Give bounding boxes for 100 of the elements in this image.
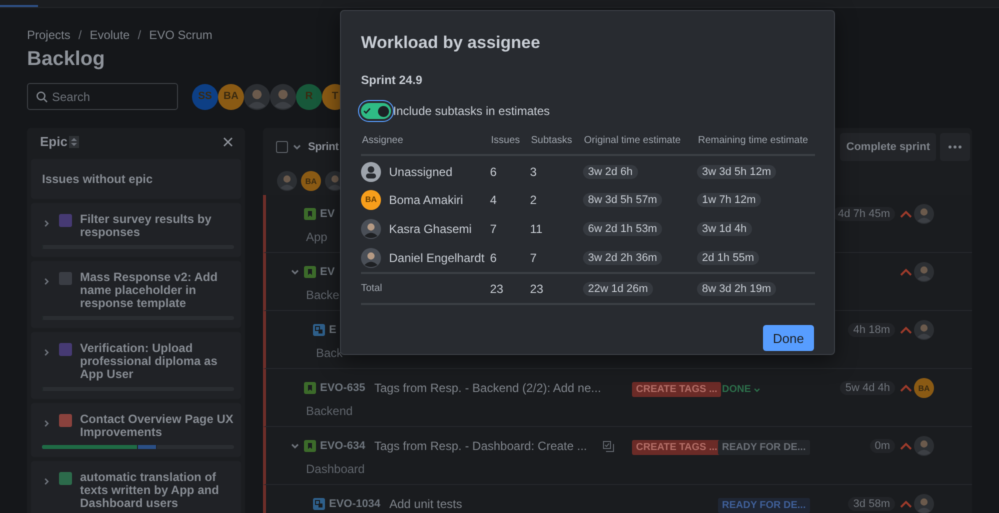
epic-card[interactable]: Contact Overview Page UX Improvements bbox=[31, 403, 241, 457]
time-estimate: 1w 7h 12m bbox=[697, 192, 761, 206]
time-estimate: 22w 1d 26m bbox=[583, 282, 653, 296]
issue-component: Backend bbox=[306, 404, 353, 418]
avatar: BA bbox=[914, 378, 934, 398]
assignee-name: Daniel Engelhardt bbox=[389, 250, 484, 264]
epic-tag: CREATE TAGS ... bbox=[632, 440, 722, 455]
issue-key[interactable]: EVO-635 bbox=[320, 382, 366, 394]
expand-icon[interactable] bbox=[42, 348, 51, 357]
story-icon bbox=[304, 440, 316, 452]
person-avatar bbox=[914, 262, 934, 282]
time-estimate: 3w 2d 6h bbox=[583, 165, 638, 179]
check-icon bbox=[363, 107, 371, 115]
assignee-name: Unassigned bbox=[389, 165, 452, 179]
toggle-label: Include subtasks in estimates bbox=[393, 104, 550, 118]
breadcrumb-link[interactable]: Evolute bbox=[90, 28, 130, 42]
dialog-title: Workload by assignee bbox=[361, 33, 542, 53]
sprint-name: Sprint bbox=[308, 140, 339, 152]
issue-key[interactable]: EV bbox=[320, 266, 335, 278]
subtask-icon bbox=[313, 498, 325, 510]
column-header: Assignee bbox=[361, 135, 490, 156]
epic-title: Filter survey results by responses bbox=[80, 213, 212, 239]
subtask-count: 2 bbox=[530, 192, 537, 206]
time-estimate: 0m bbox=[870, 439, 895, 453]
sprint-name: Sprint 24.9 bbox=[361, 73, 424, 87]
search-field[interactable]: Search bbox=[27, 83, 178, 110]
page-title: Backlog bbox=[27, 48, 106, 71]
story-icon bbox=[304, 266, 316, 278]
priority-icon bbox=[900, 210, 912, 218]
issue-row[interactable]: EVO-635 Tags from Resp. - Backend (2/2): Add ne... CREATE TAGS ... DONE 5w 4d 4h BA Backend bbox=[263, 369, 972, 427]
expand-icon[interactable] bbox=[42, 277, 51, 286]
status-dropdown[interactable]: READY FOR DE... bbox=[718, 498, 810, 513]
issue-count: 23 bbox=[490, 282, 504, 296]
checkbox[interactable] bbox=[276, 140, 288, 152]
subtask-count: 11 bbox=[530, 222, 542, 236]
epic-title: Contact Overview Page UX Improvements bbox=[80, 413, 234, 439]
active-tab-indicator bbox=[0, 5, 38, 7]
person-avatar bbox=[914, 320, 934, 340]
expand-icon[interactable] bbox=[42, 219, 51, 228]
caret-icon[interactable] bbox=[752, 386, 761, 394]
person-avatar bbox=[361, 218, 381, 238]
avatar: BA bbox=[301, 171, 321, 191]
priority-icon bbox=[900, 500, 912, 508]
time-estimate: 4d 7h 45m bbox=[833, 207, 895, 221]
time-estimate: 2d 1h 55m bbox=[697, 250, 759, 264]
more-button[interactable] bbox=[940, 132, 970, 160]
issue-key[interactable]: E bbox=[329, 324, 336, 336]
time-estimate: 5w 4d 4h bbox=[840, 381, 895, 395]
sort-icon[interactable] bbox=[69, 136, 80, 148]
avatar: SS bbox=[192, 84, 218, 110]
issue-summary: Add unit tests bbox=[389, 497, 462, 511]
person-avatar bbox=[277, 171, 297, 191]
issue-count: 6 bbox=[490, 165, 497, 179]
assignee-name: Boma Amakiri bbox=[389, 192, 464, 206]
panel-title: Epic bbox=[40, 134, 68, 149]
close-icon[interactable] bbox=[223, 136, 233, 146]
breadcrumb-link[interactable]: EVO Scrum bbox=[149, 28, 212, 42]
time-estimate: 8w 3d 2h 19m bbox=[697, 282, 776, 296]
priority-icon bbox=[900, 326, 912, 334]
user-icon bbox=[361, 162, 381, 182]
complete-sprint-button[interactable]: Complete sprint bbox=[840, 132, 936, 160]
priority-icon bbox=[900, 268, 912, 276]
expand-icon[interactable] bbox=[42, 419, 51, 428]
chevron-icon[interactable] bbox=[290, 267, 300, 277]
assignee-name: Kasra Ghasemi bbox=[389, 222, 472, 236]
person-avatar bbox=[244, 84, 270, 110]
issue-summary: Tags from Resp. - Backend (2/2): Add ne... bbox=[374, 381, 602, 395]
breadcrumb-separator: / bbox=[78, 28, 82, 42]
epic-card[interactable]: automatic translation of texts written by App and Dashboard users bbox=[31, 461, 241, 513]
issue-row[interactable]: EVO-634 Tags from Resp. - Dashboard: Create ... CREATE TAGS ... READY FOR DE... 0m Dashboard bbox=[263, 427, 972, 485]
column-header: Remaining time estimate bbox=[697, 135, 815, 156]
issue-component: Back bbox=[316, 346, 343, 360]
story-icon bbox=[304, 208, 316, 220]
issue-key[interactable]: EVO-1034 bbox=[329, 498, 380, 510]
epic-card[interactable]: Verification: Upload professional diploma as App User bbox=[31, 332, 241, 399]
person-avatar bbox=[361, 248, 381, 268]
subtask-count: 7 bbox=[530, 250, 537, 264]
breadcrumb-link[interactable]: Projects bbox=[27, 28, 70, 42]
issue-component: Backe bbox=[306, 288, 340, 302]
chevron-icon[interactable] bbox=[290, 441, 300, 451]
status-dropdown[interactable]: READY FOR DE... bbox=[718, 440, 810, 455]
epic-card[interactable]: Mass Response v2: Add name placeholder in response template bbox=[31, 261, 241, 328]
expand-icon[interactable] bbox=[42, 477, 51, 486]
total-label: Total bbox=[361, 283, 382, 294]
issue-component: Dashboard bbox=[306, 462, 365, 476]
subtask-count: 3 bbox=[530, 165, 537, 179]
epic-card[interactable]: Filter survey results by responses bbox=[31, 203, 241, 257]
person-avatar bbox=[914, 436, 934, 456]
issue-key[interactable]: EV bbox=[320, 208, 335, 220]
priority-icon bbox=[900, 442, 912, 450]
search-icon bbox=[36, 91, 48, 103]
epic-item[interactable]: Issues without epic bbox=[31, 159, 241, 199]
done-button[interactable]: Done bbox=[762, 325, 814, 351]
epic-title: Mass Response v2: Add name placeholder in response template bbox=[80, 271, 219, 310]
toggle-switch[interactable] bbox=[361, 103, 391, 119]
column-header: Issues bbox=[490, 135, 530, 156]
more-icon bbox=[948, 144, 962, 148]
issue-key[interactable]: EVO-634 bbox=[320, 440, 366, 452]
avatar: BA bbox=[361, 190, 381, 210]
time-estimate: 4h 18m bbox=[848, 323, 895, 337]
